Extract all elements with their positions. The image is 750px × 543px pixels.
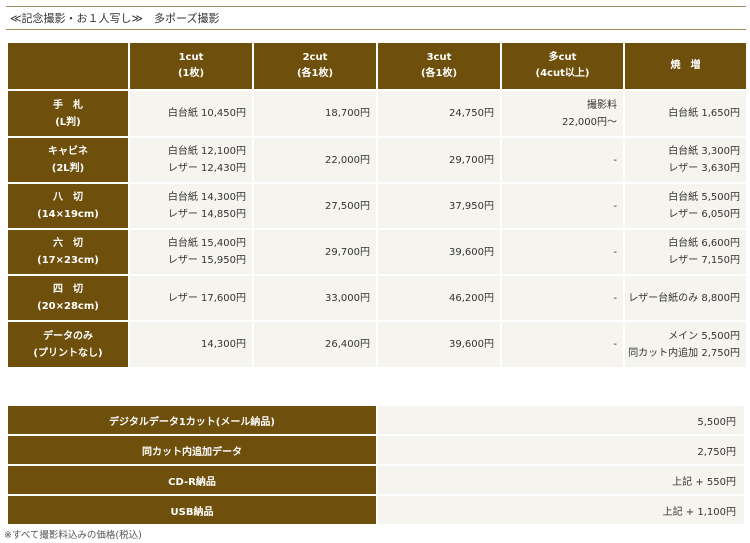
row-label-tefuda: 手 札 (L判) xyxy=(6,89,130,138)
table-cell: 白台紙 10,450円 xyxy=(128,89,254,138)
table-row: データのみ (プリントなし) 14,300円 26,400円 39,600円 - … xyxy=(6,320,748,369)
table-cell: 24,750円 xyxy=(376,89,502,138)
header-corner xyxy=(6,41,130,91)
digital-label: 同カット内追加データ xyxy=(6,434,378,466)
table-cell: 27,500円 xyxy=(252,182,378,230)
digital-price: 5,500円 xyxy=(376,404,746,436)
table-cell: 29,700円 xyxy=(376,136,502,184)
table-cell: 白台紙 3,300円 レザー 3,630円 xyxy=(623,136,748,184)
digital-price: 上記 + 550円 xyxy=(376,464,746,496)
price-table: 1cut (1枚) 2cut (各1枚) 3cut (各1枚) 多cut (4cut以上… xyxy=(6,41,748,369)
table-row: デジタルデータ1カット(メール納品) 5,500円 xyxy=(6,404,746,436)
table-row: 四 切 (20×28cm) レザー 17,600円 33,000円 46,200円… xyxy=(6,274,748,322)
table-cell: 26,400円 xyxy=(252,320,378,369)
table-cell: 14,300円 xyxy=(128,320,254,369)
table-cell: - xyxy=(500,274,625,322)
table-cell: 37,950円 xyxy=(376,182,502,230)
table-cell: 33,000円 xyxy=(252,274,378,322)
table-cell: 白台紙 6,600円 レザー 7,150円 xyxy=(623,228,748,276)
row-label-data-only: データのみ (プリントなし) xyxy=(6,320,130,369)
header-3cut: 3cut (各1枚) xyxy=(376,41,502,91)
table-row: 六 切 (17×23cm) 白台紙 15,400円 レザー 15,950円 29,7… xyxy=(6,228,748,276)
table-cell: メイン 5,500円 同カット内追加 2,750円 xyxy=(623,320,748,369)
table-row: 同カット内追加データ 2,750円 xyxy=(6,434,746,466)
tax-note: ※すべて撮影料込みの価格(税込) xyxy=(4,530,142,541)
table-cell: - xyxy=(500,182,625,230)
table-cell: - xyxy=(500,228,625,276)
digital-label: USB納品 xyxy=(6,494,378,526)
table-cell: レザー台紙のみ 8,800円 xyxy=(623,274,748,322)
header-multi-cut: 多cut (4cut以上) xyxy=(500,41,625,91)
table-row: USB納品 上記 + 1,100円 xyxy=(6,494,746,526)
table-cell: 白台紙 1,650円 xyxy=(623,89,748,138)
table-cell: 39,600円 xyxy=(376,320,502,369)
table-cell: 撮影料 22,000円〜 xyxy=(500,89,625,138)
table-cell: 29,700円 xyxy=(252,228,378,276)
header-1cut: 1cut (1枚) xyxy=(128,41,254,91)
table-cell: - xyxy=(500,320,625,369)
table-cell: 18,700円 xyxy=(252,89,378,138)
table-row: キャビネ (2L判) 白台紙 12,100円 レザー 12,430円 22,000円… xyxy=(6,136,748,184)
table-row: 手 札 (L判) 白台紙 10,450円 18,700円 24,750円 撮影料 2… xyxy=(6,89,748,138)
row-label-rokugiri: 六 切 (17×23cm) xyxy=(6,228,130,276)
row-label-yotsugiri: 四 切 (20×28cm) xyxy=(6,274,130,322)
page-title: ≪記念撮影・お１人写し≫ 多ポーズ撮影 xyxy=(6,6,746,30)
header-2cut: 2cut (各1枚) xyxy=(252,41,378,91)
table-cell: 白台紙 14,300円 レザー 14,850円 xyxy=(128,182,254,230)
digital-price: 上記 + 1,100円 xyxy=(376,494,746,526)
row-label-cabinet: キャビネ (2L判) xyxy=(6,136,130,184)
table-cell: 白台紙 12,100円 レザー 12,430円 xyxy=(128,136,254,184)
table-cell: レザー 17,600円 xyxy=(128,274,254,322)
digital-label: CD-R納品 xyxy=(6,464,378,496)
digital-price: 2,750円 xyxy=(376,434,746,466)
table-row: 八 切 (14×19cm) 白台紙 14,300円 レザー 14,850円 27,5… xyxy=(6,182,748,230)
table-header-row: 1cut (1枚) 2cut (各1枚) 3cut (各1枚) 多cut (4cut以上… xyxy=(6,41,748,91)
table-cell: - xyxy=(500,136,625,184)
digital-label: デジタルデータ1カット(メール納品) xyxy=(6,404,378,436)
table-cell: 39,600円 xyxy=(376,228,502,276)
row-label-hachigiri: 八 切 (14×19cm) xyxy=(6,182,130,230)
digital-data-table: デジタルデータ1カット(メール納品) 5,500円 同カット内追加データ 2,7… xyxy=(6,404,746,526)
table-cell: 22,000円 xyxy=(252,136,378,184)
table-cell: 46,200円 xyxy=(376,274,502,322)
table-row: CD-R納品 上記 + 550円 xyxy=(6,464,746,496)
table-cell: 白台紙 5,500円 レザー 6,050円 xyxy=(623,182,748,230)
table-cell: 白台紙 15,400円 レザー 15,950円 xyxy=(128,228,254,276)
header-reprint: 焼 増 xyxy=(623,41,748,91)
